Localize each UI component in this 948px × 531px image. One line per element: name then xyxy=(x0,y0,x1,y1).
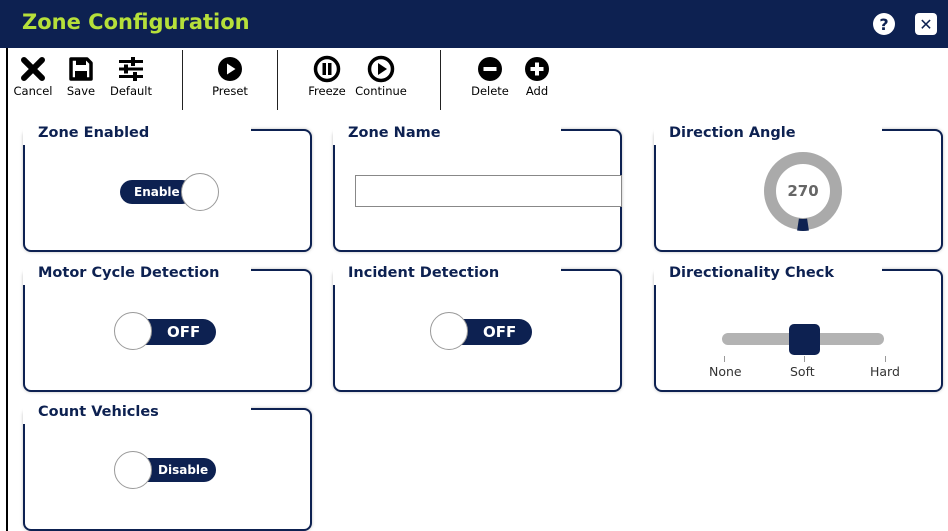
title-bar: Zone Configuration ? ✕ xyxy=(0,0,948,48)
continue-button[interactable]: Continue xyxy=(350,54,412,98)
preset-button[interactable]: Preset xyxy=(204,54,256,98)
zone-name-title: Zone Name xyxy=(348,125,441,141)
default-button[interactable]: Default xyxy=(104,54,158,98)
toggle-knob xyxy=(114,451,152,489)
slider-tick xyxy=(804,356,805,362)
help-button[interactable]: ? xyxy=(873,13,895,35)
motorcycle-detection-card: Motor Cycle Detection OFF xyxy=(23,257,312,392)
incident-detection-title: Incident Detection xyxy=(348,265,500,281)
freeze-button[interactable]: Freeze xyxy=(302,54,352,98)
cancel-button[interactable]: Cancel xyxy=(10,54,56,98)
directionality-check-title: Directionality Check xyxy=(669,265,834,281)
direction-angle-dial[interactable]: 270 xyxy=(762,150,844,232)
plus-circle-icon xyxy=(524,54,550,84)
x-icon xyxy=(20,54,46,84)
incident-detection-card: Incident Detection OFF xyxy=(333,257,622,392)
directionality-check-card: Directionality Check None Soft Hard xyxy=(654,257,943,392)
pause-circle-icon xyxy=(313,54,341,84)
add-button[interactable]: Add xyxy=(520,54,554,98)
motorcycle-detection-toggle[interactable]: OFF xyxy=(114,311,218,351)
toolbar-separator xyxy=(182,50,183,110)
toggle-knob xyxy=(430,312,468,350)
direction-angle-value: 270 xyxy=(787,182,819,200)
slider-tick xyxy=(885,356,886,362)
help-icon: ? xyxy=(879,14,889,34)
zone-enabled-toggle[interactable]: Enable xyxy=(119,172,223,212)
play-circle-icon xyxy=(217,54,243,84)
close-button[interactable]: ✕ xyxy=(915,13,937,35)
slider-label-soft: Soft xyxy=(790,364,815,379)
direction-angle-card: Direction Angle 270 xyxy=(654,117,943,252)
continue-label: Continue xyxy=(355,84,407,98)
default-label: Default xyxy=(109,84,153,98)
direction-angle-title: Direction Angle xyxy=(669,125,796,141)
save-button[interactable]: Save xyxy=(64,54,98,98)
left-border xyxy=(6,48,8,531)
save-label: Save xyxy=(66,84,96,98)
cancel-label: Cancel xyxy=(13,84,53,98)
freeze-label: Freeze xyxy=(308,84,346,98)
zone-name-input[interactable] xyxy=(355,175,622,207)
close-icon: ✕ xyxy=(919,14,933,34)
motorcycle-detection-title: Motor Cycle Detection xyxy=(38,265,220,281)
slider-label-none: None xyxy=(709,364,742,379)
floppy-disk-icon xyxy=(68,54,94,84)
count-vehicles-title: Count Vehicles xyxy=(38,404,159,420)
count-vehicles-card: Count Vehicles Disable xyxy=(23,396,312,531)
window-title: Zone Configuration xyxy=(22,10,250,34)
preset-label: Preset xyxy=(212,84,248,98)
delete-label: Delete xyxy=(471,84,509,98)
toggle-knob xyxy=(181,173,219,211)
toolbar-separator xyxy=(277,50,278,110)
zone-enabled-title: Zone Enabled xyxy=(38,125,150,141)
slider-label-hard: Hard xyxy=(870,364,900,379)
zone-enabled-card: Zone Enabled Enable xyxy=(23,117,312,252)
toggle-knob xyxy=(114,312,152,350)
delete-button[interactable]: Delete xyxy=(466,54,514,98)
toolbar-separator xyxy=(440,50,441,110)
minus-circle-icon xyxy=(477,54,503,84)
incident-detection-toggle[interactable]: OFF xyxy=(430,311,534,351)
play-circle-outline-icon xyxy=(367,54,395,84)
slider-tick xyxy=(724,356,725,362)
sliders-icon xyxy=(117,54,145,84)
zone-name-card: Zone Name xyxy=(333,117,622,252)
add-label: Add xyxy=(525,84,549,98)
directionality-slider-thumb[interactable] xyxy=(789,324,820,355)
count-vehicles-toggle[interactable]: Disable xyxy=(114,450,218,490)
